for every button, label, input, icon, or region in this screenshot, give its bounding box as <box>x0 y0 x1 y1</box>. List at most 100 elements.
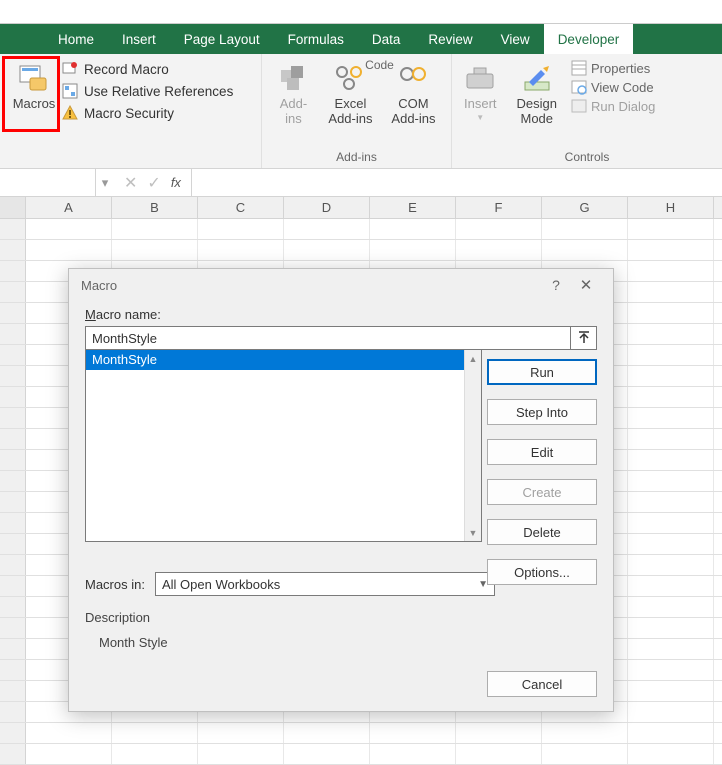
row-header[interactable] <box>0 597 26 617</box>
cell[interactable] <box>628 366 714 386</box>
cell[interactable] <box>628 387 714 407</box>
cell[interactable] <box>112 219 198 239</box>
cell[interactable] <box>628 408 714 428</box>
col-header[interactable]: C <box>198 197 284 218</box>
cell[interactable] <box>628 681 714 701</box>
cell[interactable] <box>26 744 112 764</box>
cell[interactable] <box>284 723 370 743</box>
cell[interactable] <box>628 618 714 638</box>
grid-row[interactable] <box>0 744 722 765</box>
fx-icon[interactable]: fx <box>171 175 181 190</box>
row-header[interactable] <box>0 744 26 764</box>
row-header[interactable] <box>0 387 26 407</box>
cell[interactable] <box>628 702 714 722</box>
macros-button[interactable]: Macros <box>6 58 62 153</box>
cancel-entry-icon[interactable]: ✕ <box>124 173 137 193</box>
cell[interactable] <box>456 744 542 764</box>
cell[interactable] <box>112 240 198 260</box>
cancel-button[interactable]: Cancel <box>487 671 597 697</box>
cell[interactable] <box>284 240 370 260</box>
cell[interactable] <box>370 723 456 743</box>
row-header[interactable] <box>0 471 26 491</box>
cell[interactable] <box>112 723 198 743</box>
row-header[interactable] <box>0 429 26 449</box>
cell[interactable] <box>456 723 542 743</box>
macro-list-item[interactable]: MonthStyle <box>86 350 481 370</box>
cell[interactable] <box>628 324 714 344</box>
cell[interactable] <box>628 723 714 743</box>
cell[interactable] <box>456 219 542 239</box>
row-header[interactable] <box>0 660 26 680</box>
cell[interactable] <box>628 639 714 659</box>
row-header[interactable] <box>0 513 26 533</box>
macro-name-input[interactable] <box>85 326 571 350</box>
cell[interactable] <box>628 513 714 533</box>
cell[interactable] <box>26 219 112 239</box>
cell[interactable] <box>628 345 714 365</box>
row-header[interactable] <box>0 261 26 281</box>
collapse-dialog-button[interactable] <box>571 326 597 350</box>
formula-input[interactable] <box>192 169 722 196</box>
row-header[interactable] <box>0 555 26 575</box>
grid-row[interactable] <box>0 219 722 240</box>
col-header[interactable]: E <box>370 197 456 218</box>
cell[interactable] <box>628 492 714 512</box>
tab-home[interactable]: Home <box>44 24 108 54</box>
tab-insert[interactable]: Insert <box>108 24 170 54</box>
scroll-up-icon[interactable]: ▲ <box>465 350 481 367</box>
cell[interactable] <box>542 744 628 764</box>
row-header[interactable] <box>0 639 26 659</box>
macro-list-scrollbar[interactable]: ▲ ▼ <box>464 350 481 541</box>
cell[interactable] <box>198 219 284 239</box>
dialog-help-button[interactable]: ? <box>541 277 571 293</box>
tab-review[interactable]: Review <box>414 24 486 54</box>
cell[interactable] <box>542 219 628 239</box>
accept-entry-icon[interactable]: ✓ <box>147 173 160 193</box>
cell[interactable] <box>542 240 628 260</box>
col-header[interactable]: D <box>284 197 370 218</box>
cell[interactable] <box>198 723 284 743</box>
macro-list[interactable]: MonthStyle ▲ ▼ <box>85 350 482 542</box>
macros-in-combo[interactable]: All Open Workbooks ▼ <box>155 572 495 596</box>
col-header[interactable]: F <box>456 197 542 218</box>
row-header[interactable] <box>0 345 26 365</box>
cell[interactable] <box>628 555 714 575</box>
cell[interactable] <box>370 744 456 764</box>
row-header[interactable] <box>0 681 26 701</box>
cell[interactable] <box>542 723 628 743</box>
cell[interactable] <box>26 723 112 743</box>
properties-button[interactable]: Properties <box>571 60 655 76</box>
grid-row[interactable] <box>0 723 722 744</box>
row-header[interactable] <box>0 534 26 554</box>
dialog-close-button[interactable]: ✕ <box>571 276 601 294</box>
use-relative-refs-button[interactable]: Use Relative References <box>62 82 233 100</box>
cell[interactable] <box>628 534 714 554</box>
run-dialog-button[interactable]: Run Dialog <box>571 98 655 114</box>
cell[interactable] <box>370 240 456 260</box>
cell[interactable] <box>628 660 714 680</box>
cell[interactable] <box>456 240 542 260</box>
cell[interactable] <box>198 240 284 260</box>
select-all-corner[interactable] <box>0 197 26 218</box>
cell[interactable] <box>628 261 714 281</box>
tab-formulas[interactable]: Formulas <box>274 24 358 54</box>
cell[interactable] <box>628 744 714 764</box>
grid-row[interactable] <box>0 240 722 261</box>
options-button[interactable]: Options... <box>487 559 597 585</box>
cell[interactable] <box>370 219 456 239</box>
step-into-button[interactable]: Step Into <box>487 399 597 425</box>
cell[interactable] <box>628 471 714 491</box>
col-header[interactable]: G <box>542 197 628 218</box>
row-header[interactable] <box>0 702 26 722</box>
cell[interactable] <box>628 240 714 260</box>
tab-view[interactable]: View <box>487 24 544 54</box>
design-mode-button[interactable]: Design Mode <box>511 58 563 148</box>
row-header[interactable] <box>0 450 26 470</box>
name-box-dropdown[interactable]: ▾ <box>96 169 114 196</box>
cell[interactable] <box>198 744 284 764</box>
run-button[interactable]: Run <box>487 359 597 385</box>
row-header[interactable] <box>0 723 26 743</box>
tab-page-layout[interactable]: Page Layout <box>170 24 274 54</box>
row-header[interactable] <box>0 303 26 323</box>
col-header[interactable]: H <box>628 197 714 218</box>
